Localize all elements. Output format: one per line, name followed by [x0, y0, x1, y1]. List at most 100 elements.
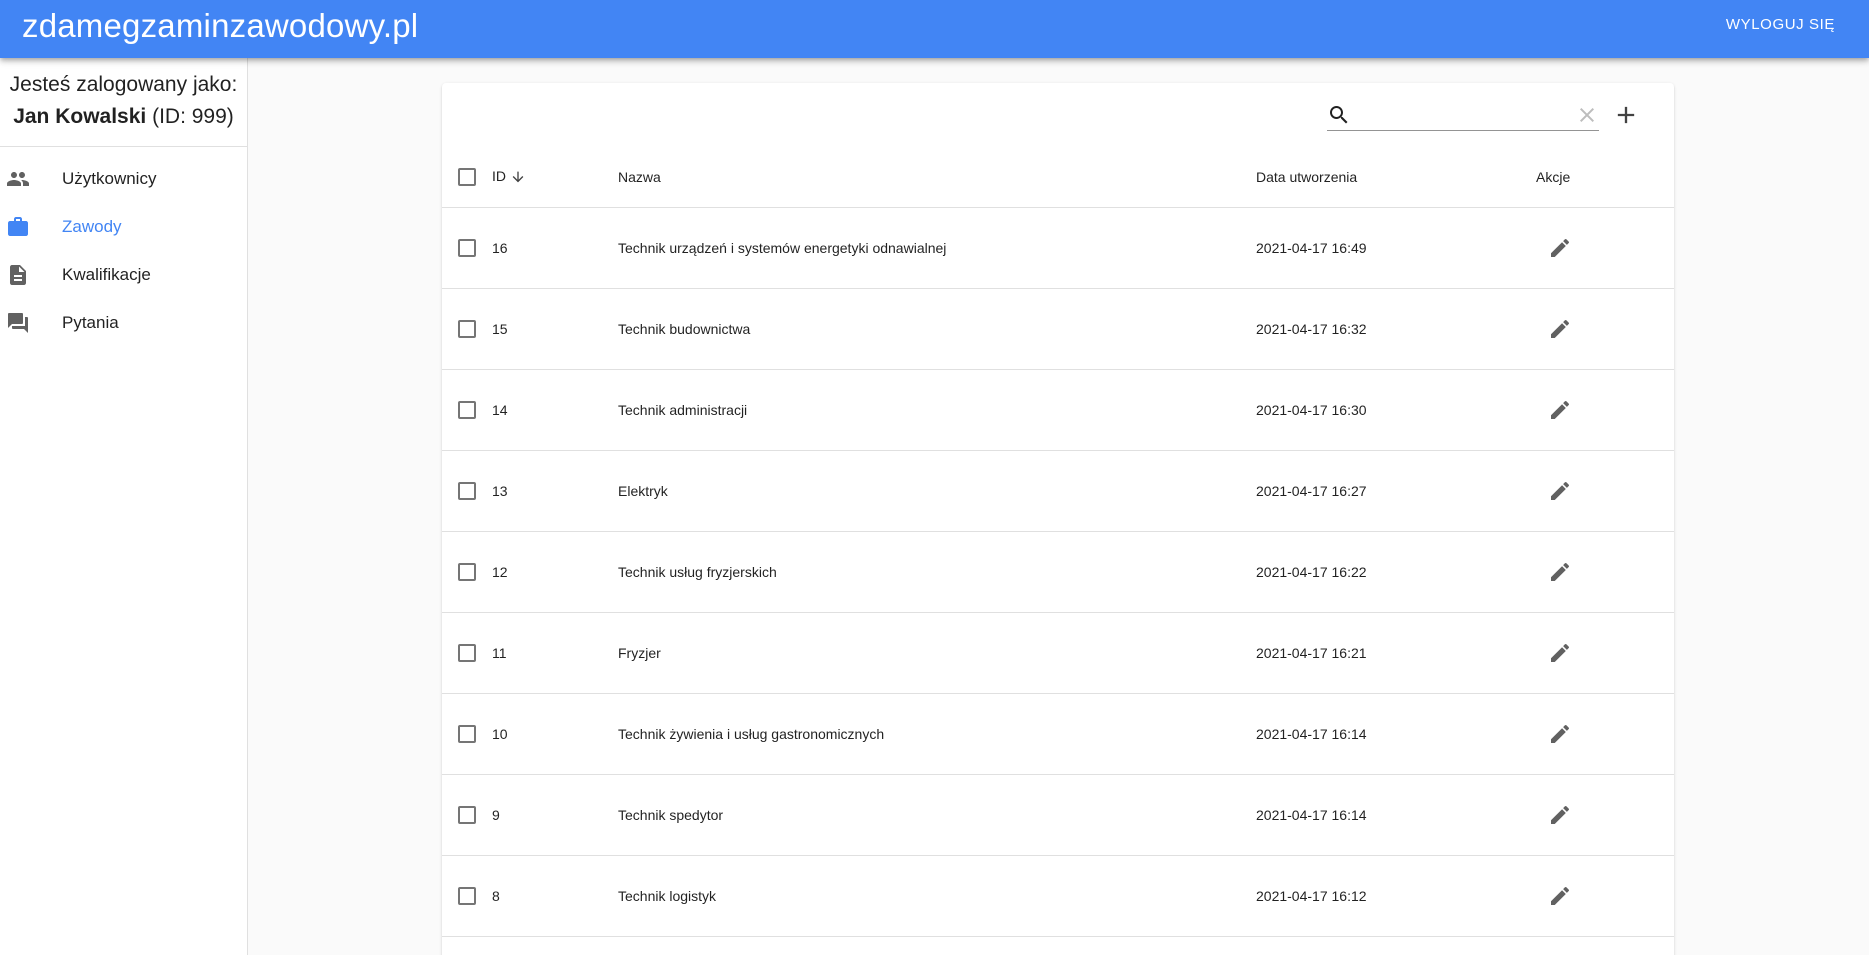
- row-id: 14: [492, 401, 508, 418]
- sidebar-item-users[interactable]: Użytkownicy: [0, 155, 247, 203]
- table-row[interactable]: 8 Technik logistyk 2021-04-17 16:12: [442, 855, 1674, 936]
- row-id: 9: [492, 806, 500, 823]
- user-name: Jan Kowalski: [13, 105, 147, 128]
- row-select-cell: [442, 450, 492, 531]
- row-actions: [1536, 531, 1674, 612]
- table-row[interactable]: 9 Technik spedytor 2021-04-17 16:14: [442, 774, 1674, 855]
- search-icon: [1330, 106, 1348, 124]
- sidebar-item-questions[interactable]: Pytania: [0, 299, 247, 347]
- row-select-cell: [442, 369, 492, 450]
- edit-icon[interactable]: [1548, 641, 1572, 665]
- row-id: 13: [492, 482, 508, 499]
- row-select-cell: [442, 531, 492, 612]
- sidebar-item-qualifications[interactable]: Kwalifikacje: [0, 251, 247, 299]
- row-checkbox[interactable]: [458, 886, 476, 905]
- row-checkbox[interactable]: [458, 724, 476, 743]
- edit-icon[interactable]: [1548, 884, 1572, 908]
- row-name: Technik budownictwa: [618, 320, 751, 337]
- professions-table: ID Nazwa Data utworzenia Akcje 16 Technik…: [442, 147, 1674, 937]
- row-checkbox[interactable]: [458, 481, 476, 500]
- header-name[interactable]: Nazwa: [618, 147, 1256, 208]
- table-body: 16 Technik urządzeń i systemów energetyki…: [442, 207, 1674, 936]
- sidebar-item-label: Kwalifikacje: [62, 265, 151, 284]
- edit-icon[interactable]: [1548, 722, 1572, 746]
- row-date: 2021-04-17 16:49: [1256, 239, 1367, 256]
- row-checkbox[interactable]: [458, 643, 476, 662]
- header-date[interactable]: Data utworzenia: [1256, 147, 1536, 208]
- sidebar-item-label: Użytkownicy: [62, 169, 157, 188]
- row-select-cell: [442, 207, 492, 288]
- row-id: 12: [492, 563, 508, 580]
- row-select-cell: [442, 774, 492, 855]
- search-input[interactable]: [1357, 102, 1557, 128]
- clear-icon[interactable]: [1575, 103, 1599, 127]
- edit-icon[interactable]: [1548, 479, 1572, 503]
- sidebar: Jesteś zalogowany jako: Jan Kowalski (ID…: [0, 58, 248, 955]
- edit-icon[interactable]: [1548, 236, 1572, 260]
- row-name: Technik spedytor: [618, 806, 724, 823]
- professions-table-card: ID Nazwa Data utworzenia Akcje 16 Technik…: [442, 83, 1674, 955]
- sidebar-item-professions[interactable]: Zawody: [0, 203, 247, 251]
- row-id: 15: [492, 320, 508, 337]
- row-actions: [1536, 612, 1674, 693]
- row-checkbox[interactable]: [458, 805, 476, 824]
- edit-icon[interactable]: [1548, 803, 1572, 827]
- row-name: Technik logistyk: [618, 887, 717, 904]
- table-row[interactable]: 16 Technik urządzeń i systemów energetyki…: [442, 207, 1674, 288]
- row-select-cell: [442, 693, 492, 774]
- row-checkbox[interactable]: [458, 319, 476, 338]
- row-select-cell: [442, 855, 492, 936]
- row-actions: [1536, 693, 1674, 774]
- edit-icon[interactable]: [1548, 398, 1572, 422]
- table-row[interactable]: 15 Technik budownictwa 2021-04-17 16:32: [442, 288, 1674, 369]
- row-date: 2021-04-17 16:21: [1256, 644, 1367, 661]
- row-date: 2021-04-17 16:12: [1256, 887, 1367, 904]
- user-info: Jesteś zalogowany jako: Jan Kowalski (ID…: [0, 58, 247, 147]
- briefcase-icon: [8, 217, 28, 236]
- app-title: zdamegzaminzawodowy.pl: [22, 7, 419, 44]
- table-row[interactable]: 12 Technik usług fryzjerskich 2021-04-17 1…: [442, 531, 1674, 612]
- row-actions: [1536, 288, 1674, 369]
- row-name: Technik urządzeń i systemów energetyki o…: [618, 239, 947, 256]
- header-id[interactable]: ID: [492, 147, 618, 208]
- row-date: 2021-04-17 16:32: [1256, 320, 1367, 337]
- row-name: Technik administracji: [618, 401, 748, 418]
- add-icon[interactable]: [1612, 101, 1640, 129]
- row-actions: [1536, 207, 1674, 288]
- table-row[interactable]: 14 Technik administracji 2021-04-17 16:30: [442, 369, 1674, 450]
- row-date: 2021-04-17 16:14: [1256, 806, 1367, 823]
- row-actions: [1536, 369, 1674, 450]
- logout-button[interactable]: WYLOGUJ SIĘ: [1726, 16, 1835, 33]
- row-actions: [1536, 774, 1674, 855]
- row-checkbox[interactable]: [458, 238, 476, 257]
- row-actions: [1536, 450, 1674, 531]
- forum-icon: [8, 313, 28, 333]
- edit-icon[interactable]: [1548, 317, 1572, 341]
- row-actions: [1536, 855, 1674, 936]
- row-date: 2021-04-17 16:22: [1256, 563, 1367, 580]
- edit-icon[interactable]: [1548, 560, 1572, 584]
- table-toolbar: [442, 83, 1674, 147]
- row-id: 10: [492, 725, 508, 742]
- row-date: 2021-04-17 16:27: [1256, 482, 1367, 499]
- table-row[interactable]: 11 Fryzjer 2021-04-17 16:21: [442, 612, 1674, 693]
- user-line: Jan Kowalski (ID: 999): [0, 101, 247, 133]
- row-checkbox[interactable]: [458, 400, 476, 419]
- header-actions: Akcje: [1536, 147, 1674, 208]
- row-checkbox[interactable]: [458, 562, 476, 581]
- row-id: 8: [492, 887, 500, 904]
- table-row[interactable]: 10 Technik żywienia i usług gastronomiczn…: [442, 693, 1674, 774]
- arrow-down-icon: [512, 172, 524, 183]
- app-bar: zdamegzaminzawodowy.pl WYLOGUJ SIĘ: [0, 0, 1869, 58]
- header-id-label: ID: [492, 168, 506, 185]
- search-field: [1327, 100, 1599, 131]
- table-row[interactable]: 13 Elektryk 2021-04-17 16:27: [442, 450, 1674, 531]
- sidebar-item-label: Pytania: [62, 313, 119, 332]
- row-select-cell: [442, 288, 492, 369]
- row-select-cell: [442, 612, 492, 693]
- logged-as-label: Jesteś zalogowany jako:: [9, 73, 238, 96]
- row-date: 2021-04-17 16:30: [1256, 401, 1367, 418]
- select-all-checkbox[interactable]: [458, 167, 476, 186]
- row-id: 16: [492, 239, 508, 256]
- row-id: 11: [492, 644, 507, 661]
